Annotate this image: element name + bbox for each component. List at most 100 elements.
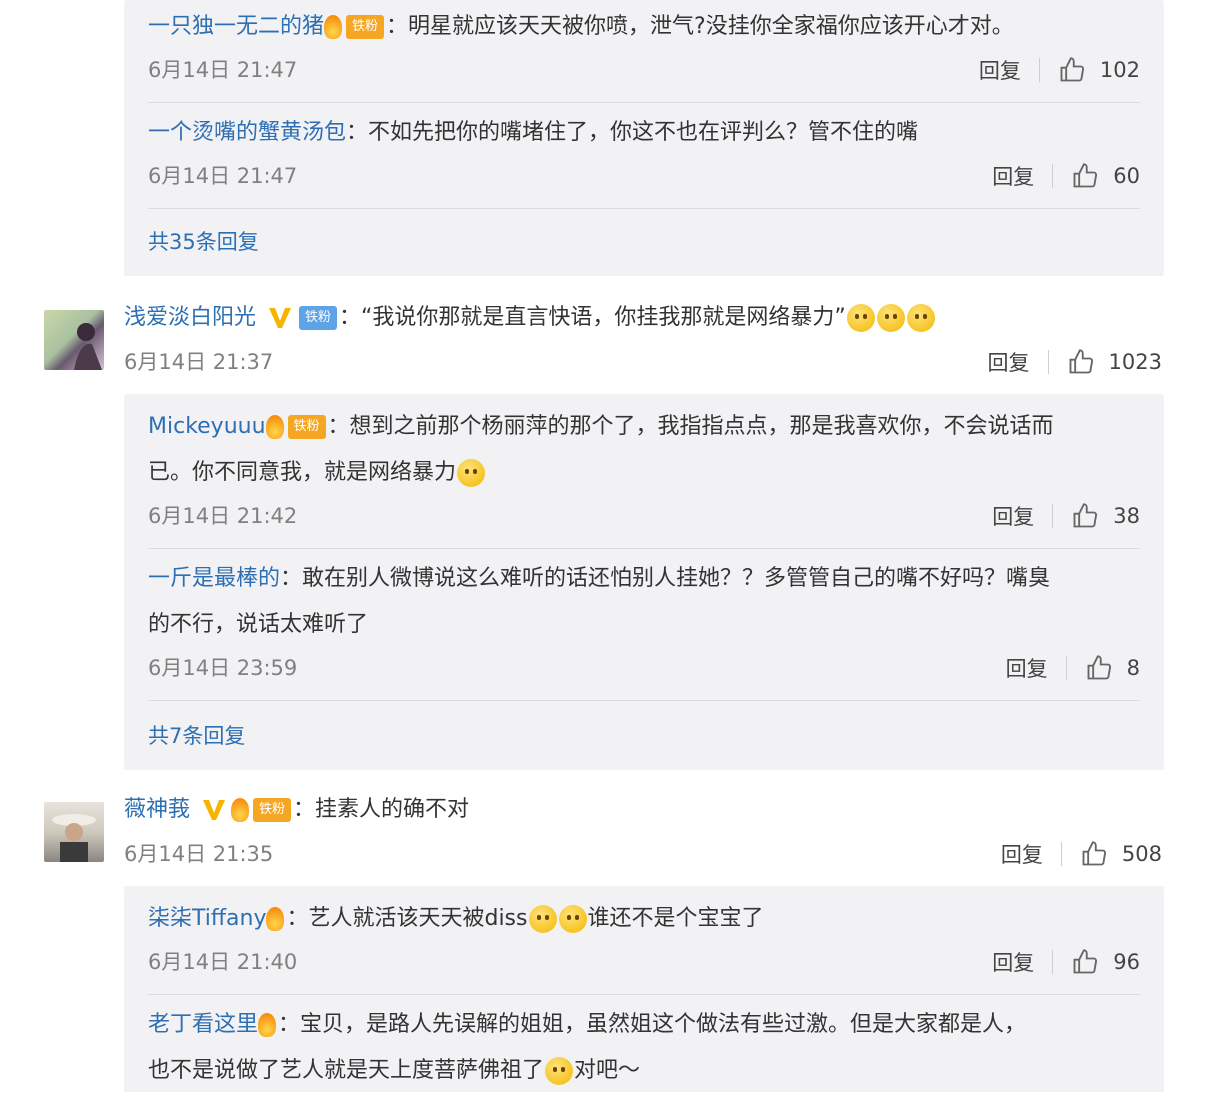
like-button[interactable]: 38 bbox=[1071, 502, 1140, 530]
divider bbox=[148, 994, 1140, 995]
username-link[interactable]: 一斤是最棒的 bbox=[148, 566, 280, 591]
fire-icon bbox=[265, 415, 284, 439]
divider bbox=[1060, 842, 1062, 866]
reply-text: ：想到之前那个杨丽萍的那个了，我指指点点，那是我喜欢你，不会说话而 bbox=[327, 414, 1054, 439]
reply-button[interactable]: 回复 bbox=[1006, 653, 1066, 683]
comment-text: ：“我说你那就是直言快语，你挂我那就是网络暴力” bbox=[339, 305, 846, 330]
fire-icon bbox=[324, 15, 343, 39]
comment-text: ：挂素人的确不对 bbox=[293, 797, 470, 822]
like-button[interactable]: 8 bbox=[1085, 654, 1140, 682]
timestamp: 6月14日 23:59 bbox=[148, 656, 298, 680]
like-count: 508 bbox=[1121, 842, 1162, 866]
like-count: 96 bbox=[1113, 950, 1140, 974]
username-link[interactable]: 浅爱淡白阳光 bbox=[124, 305, 256, 330]
like-button[interactable]: 102 bbox=[1058, 56, 1140, 84]
reply-text: 的不行，说话太难听了 bbox=[148, 612, 369, 637]
reply-item: 一只独一无二的猪 铁粉 ：明星就应该天天被你喷，泄气?没挂你全家福你应该开心才对。 … bbox=[148, 4, 1140, 90]
verified-v-icon bbox=[203, 800, 226, 820]
reply-button[interactable]: 回复 bbox=[979, 55, 1039, 85]
reply-text: ：敢在别人微博说这么难听的话还怕别人挂她？？多管管自己的嘴不好吗？嘴臭 bbox=[280, 566, 1051, 591]
divider bbox=[1052, 164, 1054, 188]
like-count: 1023 bbox=[1108, 350, 1162, 374]
reply-item: 一个烫嘴的蟹黄汤包：不如先把你的嘴堵住了，你这不也在评判么？管不住的嘴 6月14… bbox=[148, 110, 1140, 196]
smiley-emoji-icon bbox=[846, 304, 875, 332]
fire-icon bbox=[258, 1013, 277, 1037]
divider bbox=[1052, 504, 1054, 528]
username-link[interactable]: 薇神莪 bbox=[124, 797, 190, 822]
reply-text: ：艺人就活该天天被diss bbox=[286, 906, 528, 931]
view-more-replies-link[interactable]: 共35条回复 bbox=[148, 226, 259, 256]
reply-item: Mickeyuuu 铁粉 ：想到之前那个杨丽萍的那个了，我指指点点，那是我喜欢你，不… bbox=[148, 404, 1140, 536]
verified-v-icon bbox=[269, 308, 292, 328]
reply-text: ：明星就应该天天被你喷，泄气?没挂你全家福你应该开心才对。 bbox=[386, 14, 1014, 39]
like-count: 102 bbox=[1099, 58, 1140, 82]
fan-badge: 铁粉 bbox=[299, 306, 338, 330]
timestamp: 6月14日 21:35 bbox=[124, 842, 274, 866]
fire-icon bbox=[266, 907, 285, 931]
like-button[interactable]: 508 bbox=[1080, 840, 1162, 868]
timestamp: 6月14日 21:37 bbox=[124, 350, 274, 374]
username-link[interactable]: Mickeyuuu bbox=[148, 414, 266, 439]
reply-thread: 一只独一无二的猪 铁粉 ：明星就应该天天被你喷，泄气?没挂你全家福你应该开心才对。 … bbox=[124, 0, 1164, 276]
like-button[interactable]: 96 bbox=[1071, 948, 1140, 976]
like-button[interactable]: 1023 bbox=[1067, 348, 1162, 376]
thumbs-up-icon bbox=[1087, 655, 1111, 680]
avatar[interactable] bbox=[44, 802, 104, 862]
reply-text: 也不是说做了艺人就是天上度菩萨佛祖了 bbox=[148, 1058, 545, 1083]
comment-item: 薇神莪 铁粉 ：挂素人的确不对 6月14日 21:35 回复 508 bbox=[44, 788, 1162, 878]
comment-feed: 一只独一无二的猪 铁粉 ：明星就应该天天被你喷，泄气?没挂你全家福你应该开心才对。 … bbox=[26, 0, 1186, 1092]
reply-item: 老丁看这里 ：宝贝，是路人先误解的姐姐，虽然姐这个做法有些过激。但是大家都是人， … bbox=[148, 1002, 1140, 1092]
like-count: 60 bbox=[1113, 164, 1140, 188]
divider bbox=[1065, 656, 1067, 680]
thumbs-up-icon bbox=[1082, 841, 1106, 866]
reply-button[interactable]: 回复 bbox=[992, 947, 1052, 977]
thumbs-up-icon bbox=[1073, 949, 1098, 974]
username-link[interactable]: 柒柒Tiffany bbox=[148, 906, 266, 931]
reply-item: 柒柒Tiffany ：艺人就活该天天被diss 谁还不是个宝宝了 6月14日 21:… bbox=[148, 896, 1140, 982]
divider bbox=[148, 700, 1140, 701]
like-count: 8 bbox=[1126, 656, 1140, 680]
username-link[interactable]: 一个烫嘴的蟹黄汤包 bbox=[148, 120, 346, 145]
like-button[interactable]: 60 bbox=[1071, 162, 1140, 190]
divider bbox=[148, 208, 1140, 209]
reply-text: ：不如先把你的嘴堵住了，你这不也在评判么？管不住的嘴 bbox=[346, 120, 919, 145]
face-emoji-icon bbox=[545, 1057, 574, 1085]
smiley-emoji-icon bbox=[876, 304, 905, 332]
reply-thread: 柒柒Tiffany ：艺人就活该天天被diss 谁还不是个宝宝了 6月14日 21:… bbox=[124, 886, 1164, 1092]
smiley-emoji-icon bbox=[906, 304, 935, 332]
username-link[interactable]: 老丁看这里 bbox=[148, 1012, 258, 1037]
timestamp: 6月14日 21:47 bbox=[148, 58, 298, 82]
fire-icon bbox=[231, 798, 250, 822]
username-link[interactable]: 一只独一无二的猪 bbox=[148, 14, 324, 39]
reply-button[interactable]: 回复 bbox=[1001, 839, 1061, 869]
reply-text: 已。你不同意我，就是网络暴力 bbox=[148, 460, 457, 485]
divider bbox=[1047, 350, 1049, 374]
timestamp: 6月14日 21:42 bbox=[148, 504, 298, 528]
hand-emoji-icon bbox=[457, 459, 486, 487]
reply-thread: Mickeyuuu 铁粉 ：想到之前那个杨丽萍的那个了，我指指点点，那是我喜欢你，不… bbox=[124, 394, 1164, 770]
divider bbox=[1052, 950, 1054, 974]
cat-emoji-icon bbox=[528, 905, 557, 933]
comment-item: 浅爱淡白阳光 铁粉 ：“我说你那就是直言快语，你挂我那就是网络暴力” 6月14日 … bbox=[44, 296, 1162, 386]
thumbs-up-icon bbox=[1060, 57, 1084, 82]
thumbs-up-icon bbox=[1069, 349, 1093, 374]
avatar[interactable] bbox=[44, 310, 104, 370]
cat-emoji-icon bbox=[558, 905, 587, 933]
timestamp: 6月14日 21:47 bbox=[148, 164, 298, 188]
reply-button[interactable]: 回复 bbox=[988, 347, 1048, 377]
reply-text: ：宝贝，是路人先误解的姐姐，虽然姐这个做法有些过激。但是大家都是人， bbox=[278, 1012, 1027, 1037]
fan-badge: 铁粉 bbox=[287, 415, 326, 439]
reply-button[interactable]: 回复 bbox=[992, 501, 1052, 531]
thumbs-up-icon bbox=[1073, 503, 1098, 528]
fan-badge: 铁粉 bbox=[346, 15, 385, 39]
divider bbox=[148, 102, 1140, 103]
timestamp: 6月14日 21:40 bbox=[148, 950, 298, 974]
reply-button[interactable]: 回复 bbox=[992, 161, 1052, 191]
thumbs-up-icon bbox=[1073, 163, 1098, 188]
divider bbox=[148, 548, 1140, 549]
view-more-replies-link[interactable]: 共7条回复 bbox=[148, 720, 245, 750]
reply-item: 一斤是最棒的：敢在别人微博说这么难听的话还怕别人挂她？？多管管自己的嘴不好吗？嘴… bbox=[148, 556, 1140, 688]
reply-text: 谁还不是个宝宝了 bbox=[587, 906, 764, 931]
fan-badge: 铁粉 bbox=[253, 798, 292, 822]
divider bbox=[1038, 58, 1040, 82]
